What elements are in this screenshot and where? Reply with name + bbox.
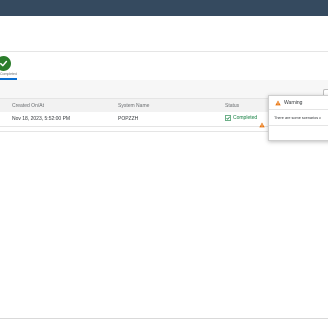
footer-divider (0, 318, 328, 319)
header-divider (0, 51, 328, 52)
popover-header: Warning (269, 96, 328, 110)
popover-message: There are some scenarios c (274, 116, 322, 120)
checkmark-icon (225, 115, 231, 121)
column-header-status[interactable]: Status (225, 103, 239, 109)
step-label: Completed (0, 72, 17, 76)
column-header-created[interactable]: Created On/At (12, 103, 44, 109)
cell-created: Nov 18, 2023, 5:52:00 PM (12, 116, 71, 122)
warning-icon (275, 99, 281, 105)
header-area (0, 16, 328, 80)
popover-title: Warning (284, 99, 303, 106)
warning-popover: Warning There are some scenarios c (268, 95, 328, 141)
column-header-system[interactable]: System Name (118, 103, 149, 109)
status-indicator: Completed (225, 115, 257, 121)
shell-bar (0, 0, 328, 16)
popover-footer (269, 125, 328, 126)
status-text: Completed (233, 115, 258, 121)
cell-system: POPZZH (118, 116, 139, 122)
